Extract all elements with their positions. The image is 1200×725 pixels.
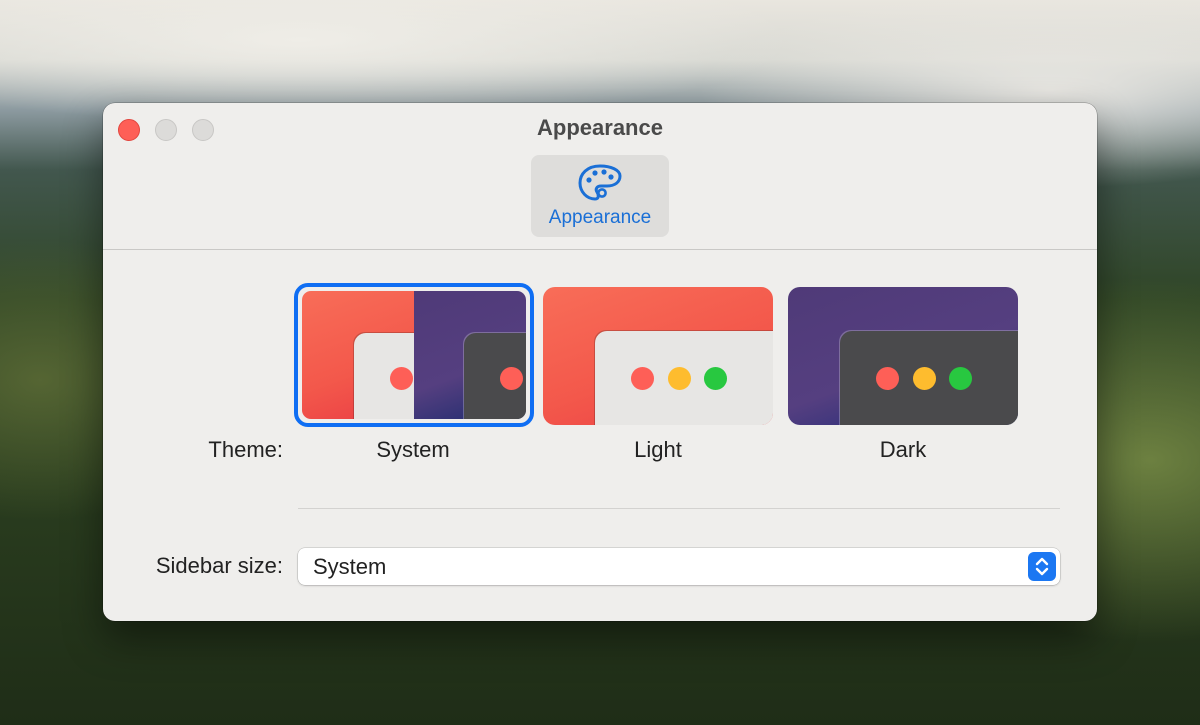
theme-label: Theme: — [208, 437, 283, 462]
preview-window-light — [595, 331, 773, 425]
tab-appearance-label: Appearance — [548, 207, 652, 228]
theme-light-caption: Light — [634, 437, 682, 462]
preview-dot-red — [390, 367, 413, 390]
preview-window-dark — [464, 333, 526, 419]
preview-dot-yellow — [668, 367, 691, 390]
tab-appearance[interactable]: Appearance — [531, 155, 669, 237]
preview-dot-red — [500, 367, 523, 390]
theme-dark-caption: Dark — [879, 437, 927, 462]
theme-system-caption: System — [376, 437, 450, 462]
preview-dot-red — [876, 367, 899, 390]
sidebar-size-label: Sidebar size: — [155, 553, 283, 578]
theme-option-dark[interactable] — [788, 287, 1018, 425]
palette-icon — [578, 164, 622, 201]
toolbar-divider — [103, 249, 1097, 250]
preview-dot-green — [704, 367, 727, 390]
sidebar-size-select[interactable]: System — [298, 548, 1060, 585]
system-preview — [302, 291, 526, 419]
system-preview-dark-half — [414, 291, 526, 419]
chevron-up-down-icon[interactable] — [1028, 552, 1056, 581]
preview-dot-yellow — [913, 367, 936, 390]
theme-option-system[interactable] — [294, 283, 534, 427]
theme-option-light[interactable] — [543, 287, 773, 425]
preview-dot-green — [949, 367, 972, 390]
window-title: Appearance — [537, 115, 663, 140]
preview-dot-red — [631, 367, 654, 390]
section-divider — [298, 508, 1060, 509]
appearance-window: Appearance Appearance Theme: System Ligh… — [103, 103, 1097, 621]
preview-window-dark — [840, 331, 1018, 425]
sidebar-size-value: System — [313, 554, 387, 579]
system-preview-light-half — [302, 291, 424, 419]
